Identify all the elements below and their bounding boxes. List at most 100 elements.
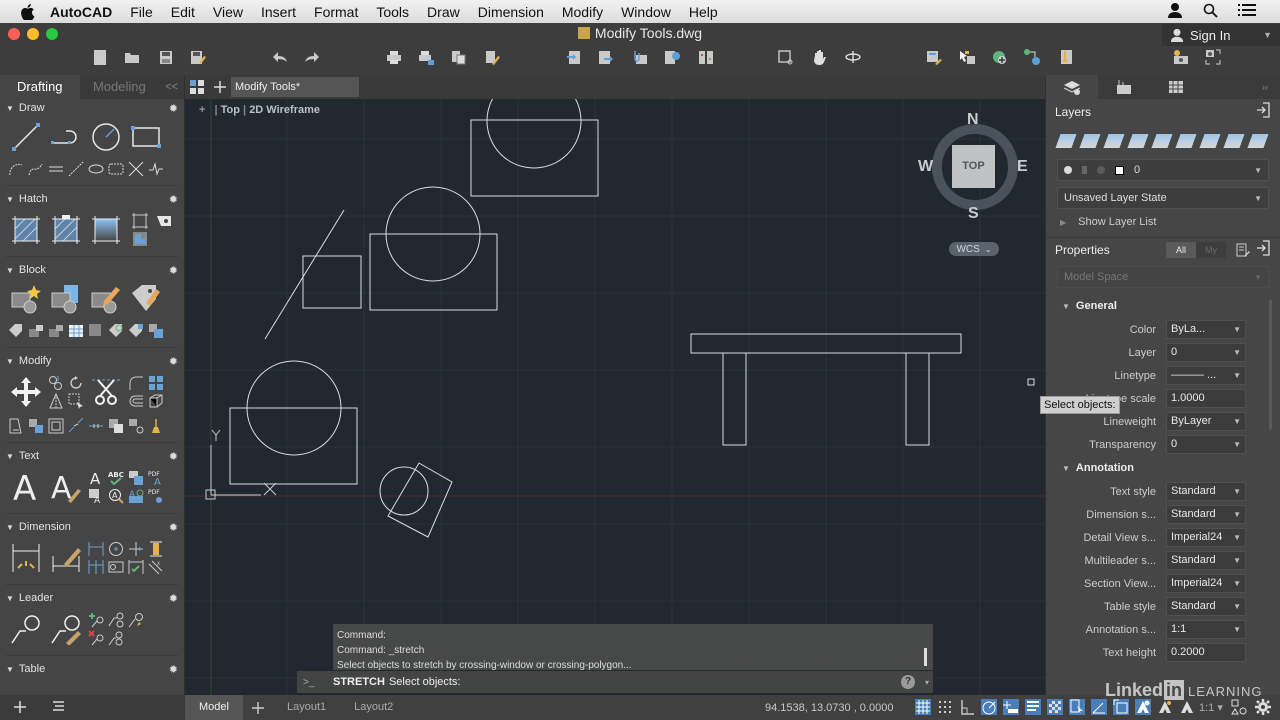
gear-icon[interactable]: ✹ xyxy=(169,193,178,206)
spell-check-icon[interactable]: ABC xyxy=(108,470,124,486)
drawing-canvas[interactable]: + | Top | 2D Wireframe TOP N S E W WCS ⌄ … xyxy=(185,99,1045,695)
text-update-icon[interactable]: A xyxy=(128,488,144,504)
command-input[interactable]: >_ STRETCH Select objects: ? ▾ xyxy=(297,671,933,693)
insert-block-icon[interactable] xyxy=(50,283,82,315)
delete-layer-icon[interactable] xyxy=(1079,134,1101,148)
add-icon[interactable] xyxy=(12,699,28,715)
scale-tool-icon[interactable] xyxy=(8,418,24,434)
menu-tools[interactable]: Tools xyxy=(376,4,409,20)
plot-preview-icon[interactable] xyxy=(450,49,466,65)
layer-lock-icon[interactable] xyxy=(1223,134,1245,148)
transparency-icon[interactable] xyxy=(1047,699,1063,715)
property-value[interactable]: 1:1 ▼ xyxy=(1166,620,1246,639)
annotation-scale-icon[interactable] xyxy=(1179,699,1195,715)
rectangle-2[interactable] xyxy=(369,233,498,311)
property-value[interactable]: Standard ▼ xyxy=(1166,482,1246,501)
undo-icon[interactable] xyxy=(272,49,288,65)
circle-tool-icon[interactable] xyxy=(90,121,122,153)
list-options-icon[interactable] xyxy=(50,699,66,715)
property-value[interactable]: ByLayer ▼ xyxy=(1166,412,1246,431)
polyline-tool-icon[interactable] xyxy=(50,121,82,153)
layout-tab-layout1[interactable]: Layout1 xyxy=(273,695,340,720)
add-leader-icon[interactable] xyxy=(88,612,104,628)
gear-icon[interactable]: ✹ xyxy=(169,663,178,676)
menu-edit[interactable]: Edit xyxy=(171,4,195,20)
attribute-tag-icon[interactable] xyxy=(8,323,24,339)
gear-icon[interactable]: ✹ xyxy=(169,592,178,605)
section-leader-header[interactable]: ▼ Leader ✹ xyxy=(0,589,184,607)
hatch-edit-icon[interactable] xyxy=(50,214,82,246)
collect-leader-icon[interactable] xyxy=(128,612,144,628)
workspace-switch-icon[interactable] xyxy=(1231,699,1247,715)
expand-palette-button[interactable]: ›› xyxy=(1250,75,1280,99)
compass-south[interactable]: S xyxy=(968,205,979,223)
offset-tool-icon[interactable] xyxy=(128,393,144,409)
align-leader-icon[interactable] xyxy=(108,612,124,628)
layer-isolate-icon[interactable] xyxy=(1199,134,1221,148)
gear-icon[interactable]: ✹ xyxy=(169,521,178,534)
property-value[interactable]: 1.0000 xyxy=(1166,389,1246,408)
menu-format[interactable]: Format xyxy=(314,4,358,20)
join-tool-icon[interactable] xyxy=(88,418,104,434)
array-tool-icon[interactable] xyxy=(148,375,164,391)
viewcube-top-face[interactable]: TOP xyxy=(952,145,995,188)
multiline-tool-icon[interactable] xyxy=(48,161,64,177)
boundary-tool-icon[interactable] xyxy=(132,213,148,229)
draworder-icon[interactable] xyxy=(108,418,124,434)
history-scrollbar[interactable] xyxy=(924,648,927,666)
tab-drafting[interactable]: Drafting xyxy=(0,75,80,99)
layer-properties-icon[interactable] xyxy=(926,49,942,65)
stretch-tool-icon[interactable] xyxy=(68,393,84,409)
move-tool-icon[interactable] xyxy=(10,376,42,408)
chevron-down-icon[interactable]: ▾ xyxy=(925,678,929,687)
app-name[interactable]: AutoCAD xyxy=(50,4,112,20)
compass-east[interactable]: E xyxy=(1017,158,1028,176)
attribute-sync-icon[interactable] xyxy=(48,323,64,339)
property-value[interactable]: Imperial24 ▼ xyxy=(1166,574,1246,593)
property-value[interactable]: 0.2000 xyxy=(1166,643,1246,662)
property-value[interactable]: 0 ▼ xyxy=(1166,435,1246,454)
menu-modify[interactable]: Modify xyxy=(562,4,603,20)
attach-icon[interactable] xyxy=(632,49,648,65)
layer-state-dropdown[interactable]: Unsaved Layer State ▼ xyxy=(1057,187,1269,209)
circle-1[interactable] xyxy=(486,99,582,169)
gear-icon[interactable]: ✹ xyxy=(169,355,178,368)
menu-draw[interactable]: Draw xyxy=(427,4,460,20)
revision-cloud-icon[interactable] xyxy=(148,161,164,177)
compass-north[interactable]: N xyxy=(967,111,979,129)
find-text-icon[interactable]: A xyxy=(108,488,124,504)
customization-gear-icon[interactable] xyxy=(1255,699,1271,715)
match-layer-icon[interactable] xyxy=(1151,134,1173,148)
layer-off-icon[interactable] xyxy=(1175,134,1197,148)
user-icon[interactable] xyxy=(1167,2,1183,21)
new-layer-icon[interactable] xyxy=(1055,134,1077,148)
section-text-header[interactable]: ▼ Text ✹ xyxy=(0,447,184,465)
hatch-tool-icon[interactable] xyxy=(10,214,42,246)
command-prompt-icon[interactable]: >_ xyxy=(297,677,333,688)
text-style-icon[interactable] xyxy=(128,470,144,486)
dimension-space-icon[interactable] xyxy=(148,541,164,557)
selection-dropdown[interactable]: Model Space ▼ xyxy=(1057,266,1269,288)
property-value[interactable]: ByLa... ▼ xyxy=(1166,320,1246,339)
pdf-import-text-icon[interactable]: PDFA xyxy=(148,470,164,486)
region-hatch-icon[interactable] xyxy=(132,231,148,247)
xref-icon[interactable] xyxy=(992,49,1008,65)
gradient-tool-icon[interactable] xyxy=(90,214,122,246)
multiline-text-icon[interactable]: A xyxy=(10,471,42,503)
snap-mode-icon[interactable] xyxy=(937,699,953,715)
drawing-area[interactable] xyxy=(185,99,1045,695)
property-value[interactable]: Standard ▼ xyxy=(1166,597,1246,616)
block-attribute-icon[interactable] xyxy=(130,283,162,315)
viewport-menu-button[interactable]: + xyxy=(199,104,205,116)
new-tab-plus-icon[interactable] xyxy=(213,80,227,94)
menu-insert[interactable]: Insert xyxy=(261,4,296,20)
table-leg-left[interactable] xyxy=(722,352,747,446)
visual-style-control[interactable]: 2D Wireframe xyxy=(249,104,320,116)
general-group-header[interactable]: ▼ General xyxy=(1046,294,1280,318)
rectangle-4[interactable] xyxy=(229,407,358,485)
explode-tool-icon[interactable] xyxy=(148,393,164,409)
spotlight-search-icon[interactable] xyxy=(1203,3,1218,21)
grid-toggle-icon[interactable] xyxy=(915,699,931,715)
section-dimension-header[interactable]: ▼ Dimension ✹ xyxy=(0,518,184,536)
collapse-palette-button[interactable]: << xyxy=(159,75,184,99)
